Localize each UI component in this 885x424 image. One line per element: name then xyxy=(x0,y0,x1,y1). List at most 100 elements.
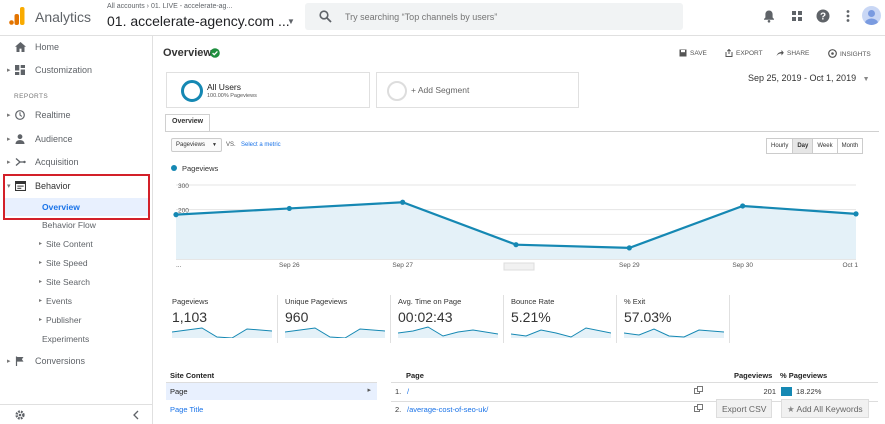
page-link[interactable]: / xyxy=(407,387,409,396)
site-content-row-page[interactable]: Page ▸ xyxy=(166,383,377,400)
caret-down-icon: ▼ xyxy=(212,142,217,148)
column-header-pageviews[interactable]: Pageviews xyxy=(734,371,772,380)
open-link-icon[interactable] xyxy=(694,404,703,413)
collapse-sidebar-icon[interactable] xyxy=(132,410,140,420)
table-row[interactable]: 1. / 201 18.22% xyxy=(391,383,878,400)
sidebar-item-home[interactable]: Home xyxy=(0,37,152,57)
analytics-logo-icon[interactable] xyxy=(9,6,25,26)
sidebar-item-realtime[interactable]: ▸ Realtime xyxy=(0,105,152,125)
sidebar-item-audience[interactable]: ▸ Audience xyxy=(0,129,152,149)
segment-all-users[interactable]: All Users 100.00% Pageviews xyxy=(166,72,370,108)
export-icon xyxy=(725,48,733,57)
acquisition-icon xyxy=(15,158,26,166)
expand-arrow-icon: ▸ xyxy=(39,298,43,304)
search-bar[interactable] xyxy=(305,3,683,30)
export-csv-button[interactable]: Export CSV xyxy=(716,399,773,418)
pct-value: 18.22% xyxy=(796,387,822,396)
sidebar-subitem-events[interactable]: ▸ Events xyxy=(0,292,152,310)
sidebar-subitem-behavior-flow[interactable]: Behavior Flow xyxy=(0,216,152,234)
add-all-keywords-label: Add All Keywords xyxy=(796,404,863,414)
date-range-selector[interactable]: Sep 25, 2019 - Oct 1, 2019 ▼ xyxy=(748,73,870,83)
stat-pageviews[interactable]: Pageviews 1,103 xyxy=(172,297,280,341)
account-selector[interactable]: 01. accelerate-agency.com ... xyxy=(107,13,290,29)
export-label: EXPORT xyxy=(736,50,763,57)
stat-avg-time-on-page[interactable]: Avg. Time on Page 00:02:43 xyxy=(398,297,506,341)
help-icon[interactable]: ? xyxy=(816,9,830,23)
vs-label: VS. xyxy=(226,142,236,148)
more-vert-icon[interactable] xyxy=(841,9,855,23)
sparkline xyxy=(511,327,611,338)
search-icon xyxy=(319,10,332,23)
column-header-page[interactable]: Page xyxy=(406,371,424,380)
row-number: 2. xyxy=(395,405,402,414)
sidebar-subitem-label: Experiments xyxy=(42,334,90,344)
sidebar-item-customization[interactable]: ▸ Customization xyxy=(0,60,152,80)
account-breadcrumb[interactable]: All accounts › 01. LIVE - accelerate-ag.… xyxy=(107,3,232,10)
stat-unique-pageviews[interactable]: Unique Pageviews 960 xyxy=(285,297,393,341)
bell-icon[interactable] xyxy=(762,9,776,23)
apps-grid-icon[interactable] xyxy=(790,9,804,23)
save-label: SAVE xyxy=(690,50,707,57)
stat-bounce-rate[interactable]: Bounce Rate 5.21% xyxy=(511,297,619,341)
granularity-week-button[interactable]: Week xyxy=(812,138,838,154)
add-all-keywords-button[interactable]: ★ Add All Keywords xyxy=(781,399,869,418)
data-point xyxy=(513,242,519,248)
metric-selector[interactable]: Pageviews ▼ xyxy=(171,138,222,152)
main-content: Overview SAVE EXPORT SHARE INSIGHTS All … xyxy=(154,37,885,424)
insights-button[interactable]: INSIGHTS xyxy=(828,49,871,58)
stat-label: Bounce Rate xyxy=(511,297,555,306)
sidebar-subitem-publisher[interactable]: ▸ Publisher xyxy=(0,311,152,329)
save-button[interactable]: SAVE xyxy=(679,49,707,57)
sidebar-subitem-label: Site Content xyxy=(46,239,93,249)
expand-arrow-icon: ▸ xyxy=(7,67,11,74)
expand-arrow-icon: ▸ xyxy=(7,159,11,166)
stat-exit[interactable]: % Exit 57.03% xyxy=(624,297,732,341)
sidebar-subitem-experiments[interactable]: Experiments xyxy=(0,330,152,348)
share-label: SHARE xyxy=(787,50,810,57)
open-link-icon[interactable] xyxy=(694,386,703,395)
add-segment-button[interactable]: + Add Segment xyxy=(376,72,579,108)
caret-down-icon[interactable]: ▼ xyxy=(287,17,295,26)
data-point xyxy=(740,203,746,209)
sidebar-item-label: Acquisition xyxy=(35,157,79,167)
stat-label: Unique Pageviews xyxy=(285,297,348,306)
highlight-box xyxy=(3,174,150,220)
sidebar-subitem-site-speed[interactable]: ▸ Site Speed xyxy=(0,254,152,272)
insights-icon xyxy=(828,49,837,58)
gear-icon[interactable] xyxy=(14,409,26,421)
sidebar: Home ▸ Customization REPORTS ▸ Realtime … xyxy=(0,36,153,424)
sidebar-subitem-site-content[interactable]: ▸ Site Content xyxy=(0,235,152,253)
search-input[interactable] xyxy=(345,9,665,24)
site-content-row-page-title[interactable]: Page Title xyxy=(170,405,203,414)
stat-label: % Exit xyxy=(624,297,646,306)
expand-arrow-icon: ▸ xyxy=(39,260,43,266)
sidebar-item-conversions[interactable]: ▸ Conversions xyxy=(0,351,152,371)
top-bar: Analytics All accounts › 01. LIVE - acce… xyxy=(0,0,885,36)
stat-divider xyxy=(390,295,391,343)
stat-divider xyxy=(503,295,504,343)
home-icon xyxy=(15,42,26,52)
chart-expand-handle xyxy=(503,262,535,271)
empty-segment-indicator xyxy=(387,81,407,101)
granularity-hourly-button[interactable]: Hourly xyxy=(766,138,794,154)
sidebar-subitem-site-search[interactable]: ▸ Site Search xyxy=(0,273,152,291)
star-icon: ★ xyxy=(787,404,795,414)
avatar[interactable] xyxy=(862,6,881,25)
expand-arrow-icon: ▸ xyxy=(7,112,11,119)
tab-divider xyxy=(165,131,879,132)
svg-text:?: ? xyxy=(820,12,826,23)
chevron-right-icon: ▸ xyxy=(367,387,371,394)
select-metric-link[interactable]: Select a metric xyxy=(241,142,281,148)
y-tick-label: 300 xyxy=(178,183,189,190)
x-tick-label: ... xyxy=(176,262,182,269)
column-header-pct-pageviews[interactable]: % Pageviews xyxy=(780,371,827,380)
export-button[interactable]: EXPORT xyxy=(725,48,763,57)
expand-arrow-icon: ▸ xyxy=(7,358,11,365)
sidebar-item-acquisition[interactable]: ▸ Acquisition xyxy=(0,152,152,172)
granularity-day-button[interactable]: Day xyxy=(792,138,814,154)
share-button[interactable]: SHARE xyxy=(776,49,809,57)
tab-overview[interactable]: Overview xyxy=(165,114,211,131)
segment-indicator xyxy=(181,80,203,102)
page-link[interactable]: /average-cost-of-seo-uk/ xyxy=(407,405,488,414)
granularity-month-button[interactable]: Month xyxy=(836,138,864,154)
